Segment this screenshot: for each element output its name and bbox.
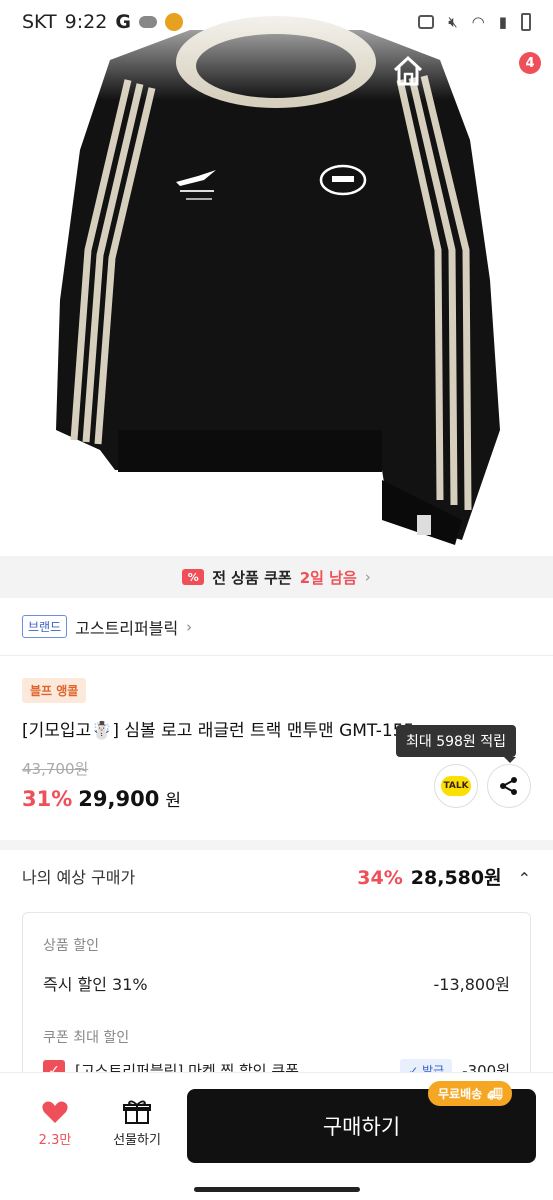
- status-bar: SKT 9:22 G 🔇︎ ◠ ▮: [0, 0, 553, 44]
- carrier: SKT: [22, 11, 57, 33]
- coupon-remaining: 2일 남음: [299, 568, 357, 587]
- bottom-action-bar: 2.3만 선물하기 무료배송 🚚︎ 구매하기: [0, 1072, 553, 1200]
- wifi-icon: ◠: [471, 13, 485, 31]
- share-icon: [500, 777, 517, 795]
- expected-price: 28,580원: [410, 866, 502, 889]
- discount-rate: 31%: [22, 787, 73, 811]
- cart-button[interactable]: 4: [497, 52, 541, 90]
- free-shipping-label: 무료배송: [438, 1087, 483, 1101]
- chevron-right-icon: ›: [186, 617, 193, 636]
- coupon-text: 전 상품 쿠폰: [212, 568, 292, 587]
- kakao-talk-button[interactable]: TALK: [434, 764, 478, 808]
- brand-name: 고스트리퍼블릭: [75, 618, 179, 638]
- instant-discount-label: 즉시 할인 31%: [43, 975, 148, 994]
- clock: 9:22: [64, 11, 108, 33]
- chevron-right-icon: ›: [364, 568, 371, 586]
- search-button[interactable]: [443, 52, 479, 90]
- expected-price-label: 나의 예상 구매가: [22, 868, 136, 887]
- currency-label: 원: [165, 791, 181, 811]
- back-button[interactable]: [20, 52, 54, 90]
- share-button[interactable]: [487, 764, 531, 808]
- coupon-icon: %: [182, 569, 205, 585]
- truck-icon: 🚚︎: [487, 1086, 503, 1101]
- home-button[interactable]: [390, 52, 426, 90]
- section-divider: [0, 840, 553, 850]
- cloud-icon: [138, 16, 157, 28]
- top-nav: 4: [0, 48, 553, 94]
- original-price: 43,700원: [22, 760, 89, 778]
- free-shipping-badge: 무료배송 🚚︎: [428, 1081, 513, 1106]
- mute-icon: 🔇︎: [448, 13, 458, 31]
- brand-tag: 브랜드: [22, 615, 68, 638]
- price-line: 31% 29,900 원: [22, 786, 181, 811]
- search-icon: [447, 57, 476, 86]
- chevron-left-icon: [25, 56, 44, 86]
- like-button[interactable]: 2.3만: [22, 1099, 88, 1159]
- brand-row[interactable]: 브랜드 고스트리퍼블릭 ›: [0, 598, 553, 656]
- heart-icon: [42, 1101, 68, 1123]
- cart-count-badge: 4: [519, 52, 541, 74]
- talk-icon: TALK: [441, 776, 471, 796]
- points-tooltip: 최대 598원 적립: [396, 725, 517, 763]
- key-icon: [418, 15, 435, 29]
- sale-price: 29,900: [78, 787, 160, 811]
- home-indicator: [194, 1187, 360, 1192]
- instant-discount-line: 즉시 할인 31% -13,800원: [43, 971, 510, 995]
- product-discount-label: 상품 할인: [43, 938, 99, 954]
- coupon-banner[interactable]: % 전 상품 쿠폰 2일 남음 ›: [0, 556, 553, 598]
- coupon-max-label: 쿠폰 최대 할인: [43, 1030, 130, 1046]
- signal-icon: ▮: [498, 13, 507, 31]
- home-icon: [393, 55, 423, 86]
- expected-price-toggle[interactable]: 나의 예상 구매가 34% 28,580원 ⌃: [0, 852, 553, 900]
- promo-chip: 블프 앵콜: [22, 678, 87, 703]
- notification-icon: [164, 13, 183, 31]
- google-icon: G: [115, 11, 131, 33]
- expected-discount-rate: 34%: [357, 866, 403, 889]
- like-count: 2.3만: [38, 1133, 72, 1148]
- gift-label: 선물하기: [113, 1133, 161, 1148]
- chevron-up-icon: ⌃: [517, 868, 531, 888]
- battery-icon: [521, 13, 531, 31]
- instant-discount-amount: -13,800원: [433, 975, 510, 994]
- gift-icon: [123, 1100, 151, 1124]
- gift-button[interactable]: 선물하기: [102, 1099, 172, 1159]
